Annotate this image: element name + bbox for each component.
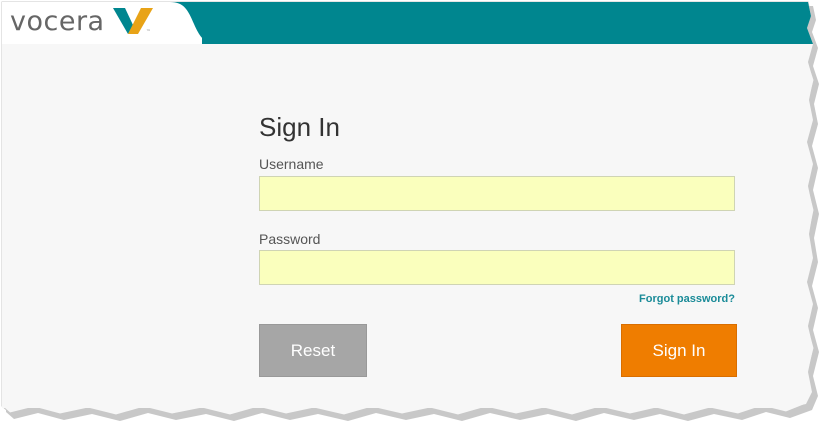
forgot-password-link[interactable]: Forgot password? (639, 293, 735, 305)
vocera-logo-text: vocera (10, 6, 105, 37)
svg-text:™: ™ (146, 29, 151, 34)
sign-in-button[interactable]: Sign In (621, 324, 737, 377)
username-label: Username (259, 156, 324, 172)
password-input[interactable] (259, 250, 735, 285)
page-title: Sign In (259, 112, 340, 142)
reset-button[interactable]: Reset (259, 324, 367, 377)
username-input[interactable] (259, 176, 735, 211)
password-label: Password (259, 231, 321, 247)
login-page: vocera ™ Sign In Username Password Forgo… (2, 2, 813, 408)
vocera-v-logo-icon: ™ (113, 8, 153, 34)
